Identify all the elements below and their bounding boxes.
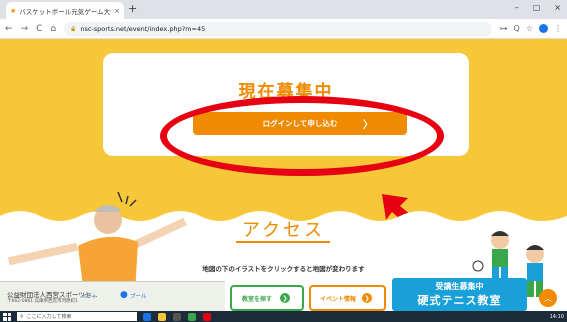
folder-app-icon[interactable] [158, 312, 166, 321]
minimize-button[interactable]: – [515, 3, 519, 12]
reload-icon[interactable]: C [36, 24, 42, 34]
browser-tab-bar: ★ バスケットボール元気ゲーム大会 | イベ × + – ▢ × [0, 0, 567, 19]
close-window-button[interactable]: × [554, 3, 561, 12]
event-info-button[interactable]: イベント情報 ❯ [309, 285, 386, 311]
highlight-ellipse [160, 96, 444, 176]
browser-tab[interactable]: ★ バスケットボール元気ゲーム大会 | イベ × [6, 2, 124, 19]
event-info-label: イベント情報 [320, 295, 357, 303]
map-route-label[interactable]: ルート [82, 293, 97, 300]
maximize-button[interactable]: ▢ [533, 3, 541, 12]
new-tab-button[interactable]: + [128, 3, 137, 15]
arrow-circle-icon: ❯ [280, 293, 291, 303]
key-icon[interactable]: ⊶ [500, 24, 508, 33]
lock-icon: 🔒 [70, 25, 77, 32]
windows-start-icon[interactable] [3, 312, 11, 321]
windows-taskbar: ⚲ ここに入力して検索 14:10 [0, 311, 567, 322]
chrome-app-icon[interactable] [188, 312, 196, 321]
taskbar-search-placeholder: ここに入力して検索 [26, 314, 72, 320]
menu-icon[interactable]: ⋮ [554, 24, 562, 33]
map-pin-icon: ● [120, 290, 128, 300]
search-icon: ⚲ [20, 313, 24, 320]
url-text: nsc-sports.net/event/index.php?m=45 [80, 24, 206, 33]
edge-app-icon[interactable] [143, 312, 151, 321]
zoom-icon[interactable]: Q [514, 24, 520, 33]
office-app-icon[interactable] [203, 312, 211, 321]
taskbar-apps [143, 312, 211, 321]
extension-icons: ⊶ Q ☆ ⋮ [500, 24, 562, 33]
access-underline [236, 241, 330, 243]
banner-title: 硬式テニス教室 [417, 294, 502, 307]
window-controls: – ▢ × [515, 3, 561, 12]
tab-close-icon[interactable]: × [114, 7, 120, 15]
scroll-top-button[interactable]: ︿ [539, 289, 557, 307]
tennis-class-banner[interactable]: 受講生募集中 硬式テニス教室 [392, 278, 527, 311]
bookmark-star-icon[interactable]: ☆ [526, 24, 533, 33]
banner-recruiting-label: 受講生募集中 [435, 282, 484, 291]
map-org-address: 〒662-0861 兵庫県西宮市河原町1 [7, 299, 78, 304]
favicon-icon: ★ [10, 6, 17, 15]
taskbar-search-input[interactable]: ⚲ ここに入力して検索 [17, 312, 137, 321]
address-bar-row: ← → C ⌂ 🔒 nsc-sports.net/event/index.php… [0, 19, 567, 39]
tab-title: バスケットボール元気ゲーム大会 | イベ [19, 7, 112, 16]
arrow-circle-icon: ❯ [362, 293, 373, 303]
store-app-icon[interactable] [173, 312, 181, 321]
home-icon[interactable]: ⌂ [50, 24, 56, 34]
page-content: 現在募集中 ログインして申し込む 〉 アクセス 地図の下のイラストをクリックする… [0, 40, 567, 311]
map-pool-label[interactable]: プール [130, 292, 147, 300]
find-class-button[interactable]: 教室を探す ❯ [230, 285, 304, 311]
taskbar-clock: 14:10 [549, 313, 564, 320]
profile-avatar[interactable] [539, 24, 548, 33]
url-input[interactable]: 🔒 nsc-sports.net/event/index.php?m=45 [64, 21, 492, 36]
back-icon[interactable]: ← [5, 24, 13, 34]
find-class-label: 教室を探す [242, 295, 273, 303]
forward-icon[interactable]: → [21, 24, 29, 34]
